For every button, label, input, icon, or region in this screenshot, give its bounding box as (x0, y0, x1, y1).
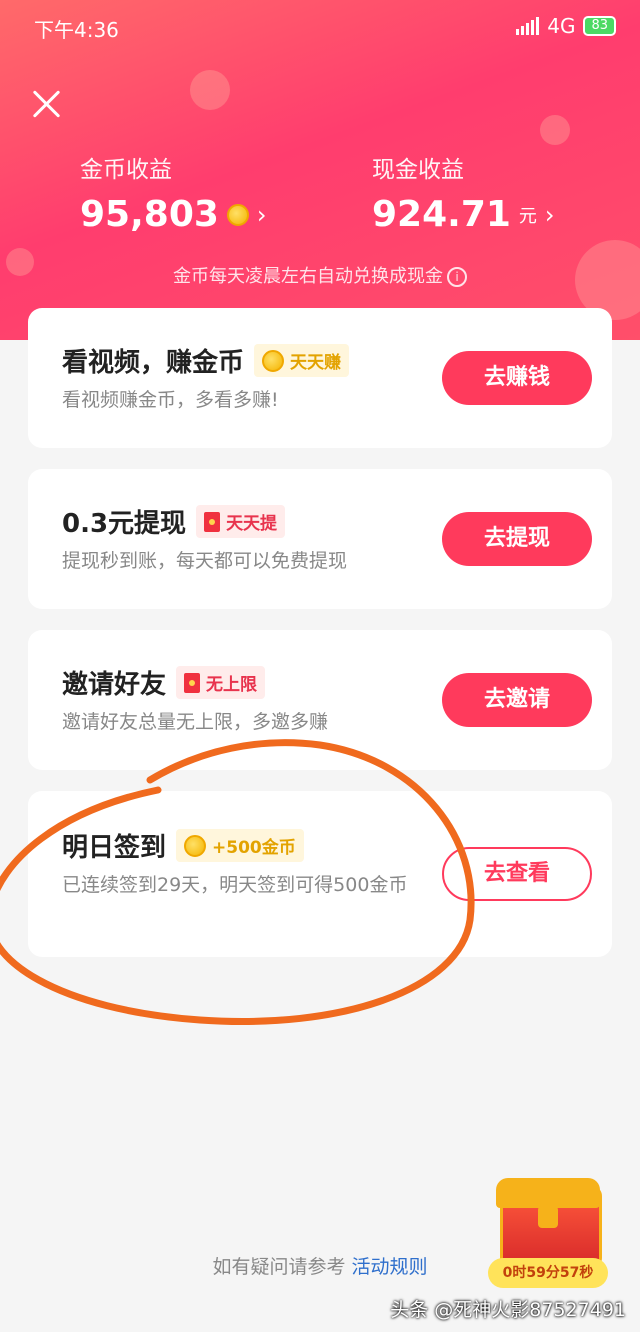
annotation-circle (0, 739, 475, 1026)
watermark: 头条 @死神火影87527491 (390, 1299, 626, 1321)
chest-lock-icon (538, 1206, 558, 1228)
chest-lid (496, 1178, 600, 1208)
footer: 如有疑问请参考 活动规则 (0, 1252, 640, 1279)
rules-link[interactable]: 活动规则 (352, 1256, 428, 1278)
footer-text: 如有疑问请参考 (212, 1256, 346, 1278)
